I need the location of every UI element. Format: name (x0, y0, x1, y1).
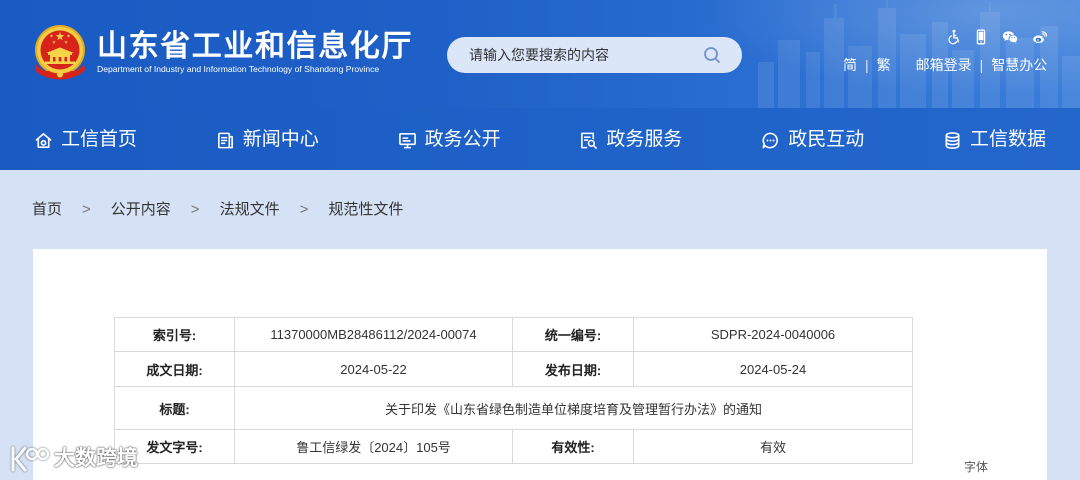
search-button[interactable] (703, 46, 721, 64)
info-row: 发文字号: 鲁工信绿发〔2024〕105号 有效性: 有效 (114, 429, 913, 464)
site-title: 山东省工业和信息化厅 (97, 30, 413, 63)
written-date-value: 2024-05-22 (234, 351, 513, 387)
header-skyline-graphic (758, 0, 1080, 110)
mobile-icon[interactable] (973, 29, 989, 45)
nav-item-label: 工信首页 (61, 129, 138, 150)
search-icon (704, 47, 720, 63)
breadcrumb-separator: > (82, 201, 91, 218)
news-document-icon (217, 132, 233, 148)
monitor-icon (398, 132, 416, 148)
search-input[interactable] (447, 37, 697, 73)
accessibility-icon[interactable] (946, 29, 962, 45)
breadcrumb-item-regulations[interactable]: 法规文件 (220, 200, 280, 220)
wechat-icon[interactable] (1002, 29, 1018, 45)
link-separator: | (979, 57, 984, 73)
publish-date-label: 发布日期: (512, 351, 634, 387)
nav-item-label: 政民互动 (788, 129, 865, 150)
breadcrumb-separator: > (190, 201, 200, 218)
nav-item-home[interactable]: 工信首页 (34, 128, 137, 152)
written-date-label: 成文日期: (114, 351, 235, 387)
main-nav: 工信首页 新闻中心 政务公开 政务服务 政民互动 工信数据 (0, 110, 1080, 170)
title-label: 标题: (114, 386, 235, 430)
breadcrumb: 首页 > 公开内容 > 法规文件 > 规范性文件 (32, 200, 403, 220)
site-logo[interactable]: 山东省工业和信息化厅 Department of Industry and In… (32, 24, 422, 84)
weibo-icon[interactable] (1032, 29, 1048, 45)
nav-item-label: 政务公开 (424, 129, 501, 150)
search-document-icon (581, 132, 598, 149)
watermark-text: 大数跨境 (54, 447, 138, 470)
breadcrumb-item-home[interactable]: 首页 (32, 200, 62, 220)
font-size-label: 字体 (964, 460, 989, 474)
traditional-chinese-link[interactable]: 繁 (877, 56, 891, 74)
breadcrumb-separator: > (299, 201, 309, 218)
nav-item-label: 新闻中心 (242, 129, 319, 150)
nav-item-data[interactable]: 工信数据 (943, 128, 1046, 152)
simplified-chinese-link[interactable]: 简 (843, 56, 857, 74)
nav-item-news[interactable]: 新闻中心 (216, 128, 319, 152)
info-row: 索引号: 11370000MB28486112/2024-00074 统一编号:… (114, 317, 913, 352)
unified-number-value: SDPR-2024-0040006 (633, 317, 913, 352)
nav-item-gov-services[interactable]: 政务服务 (579, 128, 682, 152)
link-separator: | (865, 57, 869, 73)
content-panel: 索引号: 11370000MB28486112/2024-00074 统一编号:… (33, 249, 1047, 480)
title-value: 关于印发《山东省绿色制造单位梯度培育及管理暂行办法》的通知 (234, 386, 913, 430)
mail-login-link[interactable]: 邮箱登录 (916, 56, 972, 74)
smart-office-link[interactable]: 智慧办公 (991, 56, 1047, 74)
nav-item-label: 政务服务 (606, 129, 683, 150)
document-number-value: 鲁工信绿发〔2024〕105号 (234, 429, 513, 464)
watermark: 大数跨境 (8, 441, 138, 477)
nav-item-interaction[interactable]: 政民互动 (761, 128, 864, 152)
site-subtitle: Department of Industry and Information T… (97, 64, 380, 74)
database-icon (945, 131, 960, 149)
nav-item-label: 工信数据 (969, 129, 1046, 150)
breadcrumb-item-normative-documents[interactable]: 规范性文件 (328, 200, 403, 220)
unified-number-label: 统一编号: (512, 317, 634, 352)
validity-value: 有效 (633, 429, 913, 464)
nav-item-gov-affairs-open[interactable]: 政务公开 (398, 128, 501, 152)
document-info-table: 索引号: 11370000MB28486112/2024-00074 统一编号:… (114, 317, 913, 464)
publish-date-value: 2024-05-24 (633, 351, 913, 387)
site-header: 山东省工业和信息化厅 Department of Industry and In… (0, 0, 1080, 170)
info-row: 成文日期: 2024-05-22 发布日期: 2024-05-24 (114, 351, 913, 387)
validity-label: 有效性: (512, 429, 634, 464)
index-number-label: 索引号: (114, 317, 235, 352)
watermark-logo-icon (11, 446, 50, 472)
breadcrumb-item-public-content[interactable]: 公开内容 (111, 200, 171, 220)
index-number-value: 11370000MB28486112/2024-00074 (234, 317, 513, 352)
info-row: 标题: 关于印发《山东省绿色制造单位梯度培育及管理暂行办法》的通知 (114, 386, 913, 430)
chat-icon (762, 132, 779, 148)
top-links: 简 | 繁 邮箱登录 | 智慧办公 (843, 56, 1047, 74)
search-bar (447, 37, 742, 73)
national-emblem-icon (35, 25, 85, 80)
home-icon (35, 132, 52, 148)
